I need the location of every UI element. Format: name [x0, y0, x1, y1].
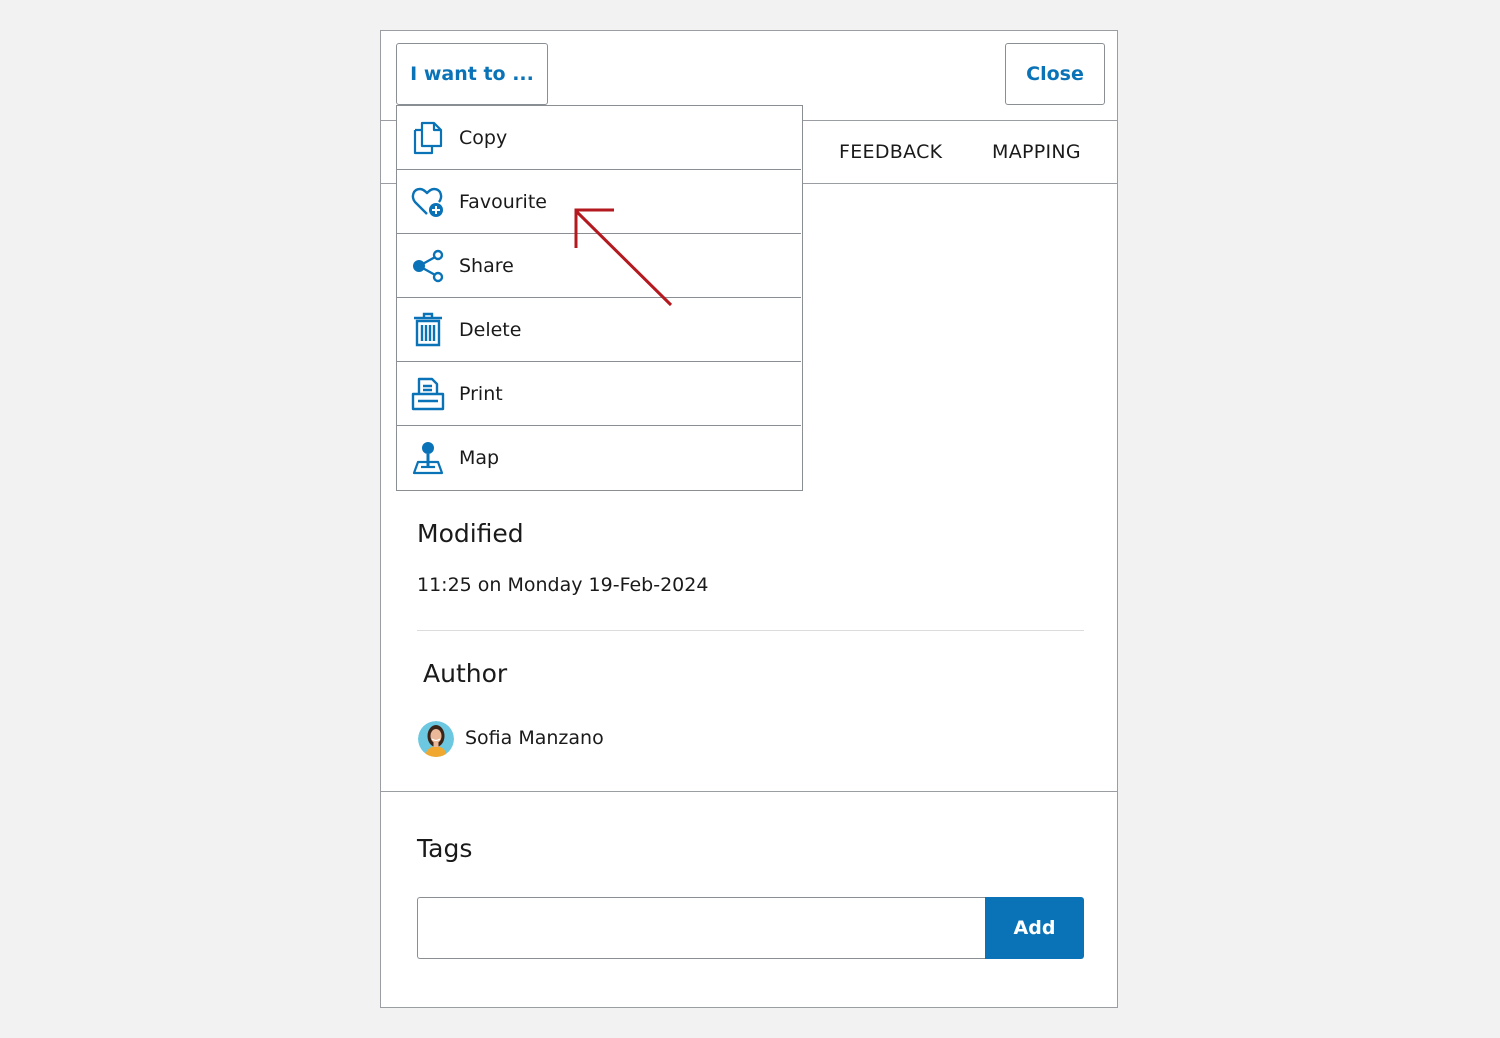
menu-item-share[interactable]: Share: [397, 234, 801, 298]
author-name[interactable]: Sofia Manzano: [465, 727, 604, 749]
menu-item-copy[interactable]: Copy: [397, 106, 801, 170]
avatar: [418, 721, 454, 757]
copy-icon: [410, 120, 446, 156]
heart-plus-icon: [410, 184, 446, 220]
printer-icon: [410, 376, 446, 412]
menu-item-label: Favourite: [459, 190, 547, 213]
menu-item-delete[interactable]: Delete: [397, 298, 801, 362]
tab-feedback[interactable]: FEEDBACK: [839, 121, 942, 183]
share-icon: [410, 248, 446, 284]
menu-item-label: Print: [459, 382, 503, 405]
map-pin-icon: [410, 440, 446, 476]
close-button[interactable]: Close: [1005, 43, 1105, 105]
menu-item-favourite[interactable]: Favourite: [397, 170, 801, 234]
add-tag-button[interactable]: Add: [985, 897, 1084, 959]
menu-item-label: Share: [459, 254, 514, 277]
menu-item-map[interactable]: Map: [397, 426, 801, 490]
i-want-to-menu: Copy Favourite Share Delete Print Map: [396, 105, 803, 491]
trash-icon: [410, 312, 446, 348]
i-want-to-button[interactable]: I want to ...: [396, 43, 548, 105]
menu-item-label: Map: [459, 447, 500, 469]
author-heading: Author: [423, 659, 508, 688]
tags-heading: Tags: [417, 834, 473, 863]
menu-item-label: Copy: [459, 126, 508, 149]
menu-item-label: Delete: [459, 318, 522, 341]
modified-value: 11:25 on Monday 19-Feb-2024: [417, 574, 709, 596]
tab-mapping[interactable]: MAPPING: [992, 121, 1081, 183]
divider: [417, 630, 1084, 631]
tag-input[interactable]: [417, 897, 987, 959]
modified-heading: Modified: [417, 519, 524, 548]
section-divider: [381, 791, 1117, 792]
menu-item-print[interactable]: Print: [397, 362, 801, 426]
